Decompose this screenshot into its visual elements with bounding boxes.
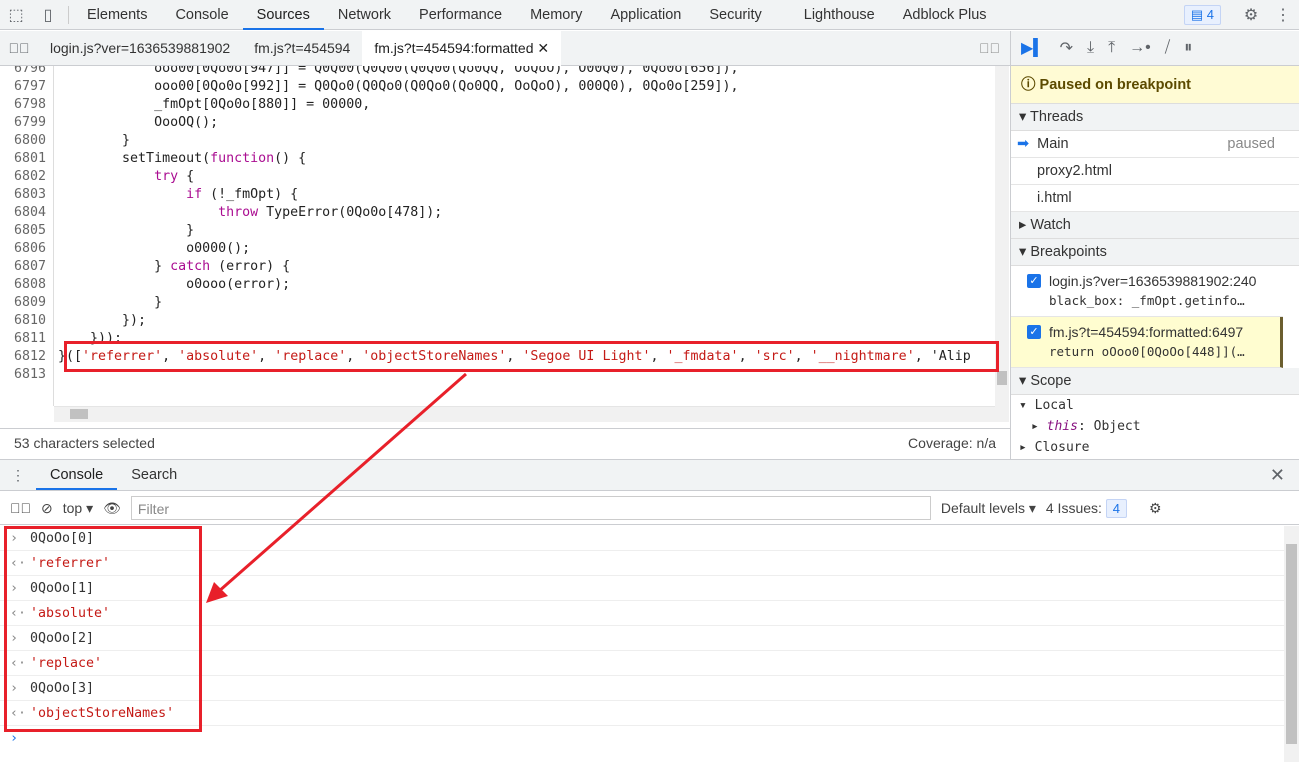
annotation-arrow <box>206 372 467 603</box>
